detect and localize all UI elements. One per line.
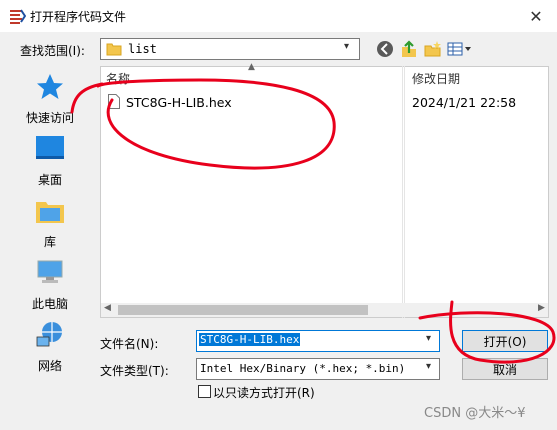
- red-annotation-overlay: [70, 78, 556, 364]
- annotation-file-circle: [96, 78, 336, 170]
- annotation-quick-access-stroke: [70, 82, 104, 114]
- annotation-open-circle: [418, 300, 556, 364]
